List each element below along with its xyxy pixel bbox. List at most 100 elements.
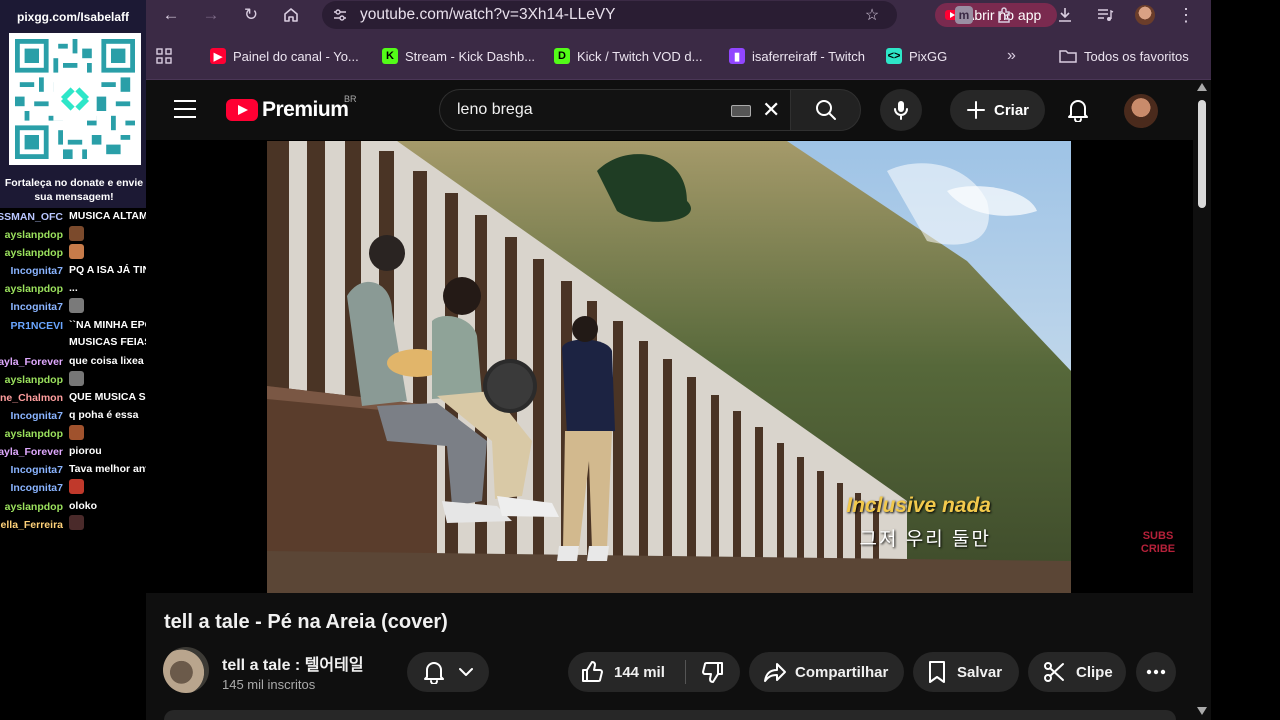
- subtitle-portuguese: Inclusive nada: [846, 494, 991, 517]
- bookmark-favicon-icon: K: [382, 48, 398, 64]
- bookmark-item[interactable]: <> PixGG: [886, 46, 947, 66]
- bell-icon: [424, 662, 444, 684]
- chat-message: ayla_Forever piorou: [0, 443, 146, 461]
- forward-arrow-icon[interactable]: →: [198, 2, 224, 28]
- back-arrow-icon[interactable]: ←: [158, 2, 184, 28]
- thumbs-up-icon: [582, 661, 603, 682]
- search-query: leno brega: [457, 101, 533, 118]
- chat-username: SSMAN_OFC: [0, 211, 63, 223]
- subtitle-korean: 그저 우리 둘만: [859, 529, 991, 550]
- hamburger-menu-icon[interactable]: [174, 100, 196, 118]
- bookmark-item[interactable]: ▮ isaferreiraff - Twitch: [729, 46, 865, 66]
- address-bar[interactable]: youtube.com/watch?v=3Xh14-LLeVY Abrir no…: [322, 1, 1057, 29]
- chat-text: [69, 243, 146, 261]
- search-input[interactable]: leno brega ✕: [439, 89, 790, 131]
- subscription-notify-button[interactable]: [407, 652, 489, 692]
- thumbs-down-icon: [702, 662, 723, 683]
- chat-username: ne_Chalmon: [0, 391, 63, 404]
- scrollbar-thumb[interactable]: [1198, 100, 1206, 208]
- qr-code: [9, 33, 141, 165]
- chat-message: ayslanpdop: [0, 424, 146, 443]
- share-label: Compartilhar: [795, 663, 889, 681]
- bookmark-item[interactable]: ▶ Painel do canal - Yo...: [210, 46, 359, 66]
- bookmark-label: isaferreiraff - Twitch: [752, 48, 865, 64]
- chat-username: ayslanpdop: [4, 247, 63, 260]
- logo-region: BR: [344, 94, 357, 104]
- bookmark-item[interactable]: K Stream - Kick Dashb...: [382, 46, 535, 66]
- clip-button[interactable]: Clipe: [1028, 652, 1126, 692]
- home-icon[interactable]: [278, 2, 304, 28]
- video-player[interactable]: Inclusive nada 그저 우리 둘만: [267, 141, 1071, 593]
- chevron-down-icon: [459, 668, 473, 676]
- chat-text: [69, 225, 146, 243]
- donation-url: pixgg.com/Isabelaff: [16, 10, 130, 24]
- media-control-icon[interactable]: [1093, 3, 1117, 27]
- dislike-button[interactable]: [686, 660, 740, 684]
- chat-username: Incognita7: [10, 410, 63, 423]
- bell-icon: [1068, 100, 1088, 122]
- share-icon: [764, 663, 786, 682]
- chat-message: Incognita7 PQ A ISA JÁ TINHA OUVIDO ISSO?…: [0, 262, 146, 280]
- site-settings-icon[interactable]: [332, 7, 348, 23]
- star-icon[interactable]: ☆: [860, 3, 884, 27]
- donation-message: Fortaleça no donate e envie sua mensagem…: [4, 177, 144, 203]
- chat-username: Incognita7: [10, 265, 63, 278]
- subscribe-watermark[interactable]: SUBS CRIBE: [1137, 530, 1179, 558]
- desktop-background: [1211, 0, 1280, 720]
- youtube-header: Premium BR leno brega ✕ Criar: [146, 80, 1193, 140]
- notifications-button[interactable]: [1063, 95, 1093, 125]
- all-favorites-folder[interactable]: Todos os favoritos: [1059, 46, 1189, 66]
- logo-text: Premium: [262, 98, 349, 121]
- subscriber-count: 145 mil inscritos: [222, 677, 316, 692]
- bookmark-favicon-icon: ▮: [729, 48, 745, 64]
- chat-text: piorou: [69, 445, 102, 458]
- page-scrollbar[interactable]: [1193, 80, 1211, 720]
- bookmark-label: Painel do canal - Yo...: [233, 48, 359, 64]
- bookmark-favicon-icon: <>: [886, 48, 902, 64]
- apps-grid-icon[interactable]: [156, 46, 172, 66]
- more-bookmarks-button[interactable]: »: [1007, 46, 1016, 66]
- chat-emote-icon: [69, 479, 84, 495]
- keyboard-icon[interactable]: [731, 105, 751, 117]
- description-box[interactable]: [164, 710, 1176, 720]
- search-button[interactable]: [790, 89, 861, 131]
- bookmark-icon: [929, 661, 945, 683]
- youtube-play-icon: [226, 99, 258, 121]
- channel-name[interactable]: tell a tale : 텔어테일: [222, 651, 364, 675]
- chat-emote-icon: [69, 243, 84, 259]
- like-count: 144 mil: [614, 663, 665, 681]
- chat-username: Incognita7: [10, 482, 63, 495]
- clear-search-icon[interactable]: ✕: [762, 99, 780, 121]
- like-button[interactable]: 144 mil: [568, 660, 685, 684]
- account-avatar[interactable]: [1124, 94, 1158, 128]
- clip-label: Clipe: [1076, 663, 1113, 681]
- channel-avatar[interactable]: [163, 647, 209, 693]
- chat-text: que coisa lixea: [69, 354, 144, 367]
- search-icon: [815, 100, 836, 120]
- bookmark-favicon-icon: ▶: [210, 48, 226, 64]
- menu-kebab-icon[interactable]: ⋮: [1174, 3, 1198, 27]
- extensions-puzzle-icon[interactable]: [993, 3, 1017, 27]
- chat-emote-icon: [69, 225, 84, 241]
- more-actions-button[interactable]: [1136, 652, 1176, 692]
- plus-icon: [966, 101, 985, 119]
- save-button[interactable]: Salvar: [913, 652, 1019, 692]
- bookmark-item[interactable]: D Kick / Twitch VOD d...: [554, 46, 702, 66]
- reload-icon[interactable]: ↻: [238, 2, 264, 28]
- chat-text: [69, 424, 146, 442]
- voice-search-button[interactable]: [880, 89, 922, 131]
- chat-username: ella_Ferreira: [0, 518, 63, 531]
- chat-text: oloko: [69, 499, 97, 512]
- extension-m-icon[interactable]: m: [952, 3, 976, 27]
- create-button[interactable]: Criar: [950, 90, 1045, 130]
- chat-text: MUSICA ALTAMENTE LIXOSA: [69, 210, 146, 222]
- chat-text: Tava melhor antes: [69, 463, 146, 476]
- download-icon[interactable]: [1053, 3, 1077, 27]
- profile-avatar[interactable]: [1133, 3, 1157, 27]
- like-dislike-group: 144 mil: [568, 652, 740, 692]
- scroll-up-arrow-icon[interactable]: [1197, 83, 1207, 91]
- share-button[interactable]: Compartilhar: [749, 652, 904, 692]
- youtube-premium-logo[interactable]: Premium BR: [226, 94, 357, 122]
- scissors-icon: [1044, 662, 1064, 682]
- scroll-down-arrow-icon[interactable]: [1197, 707, 1207, 715]
